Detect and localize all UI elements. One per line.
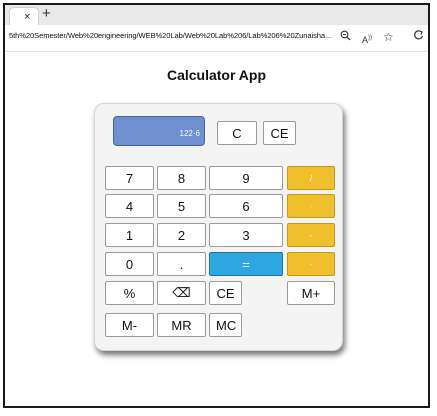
read-aloud-icon[interactable]: A)) bbox=[362, 31, 372, 47]
digit-6-button[interactable]: 6 bbox=[209, 194, 283, 218]
clear-button[interactable]: C bbox=[217, 121, 257, 145]
calculator-panel: 122·6 C CE 7 8 9 / 4 5 6 · 1 2 3 - 0 . =… bbox=[94, 103, 343, 351]
memory-add-button[interactable]: M+ bbox=[287, 281, 335, 305]
browser-tab[interactable]: × bbox=[9, 7, 39, 25]
subtract-button[interactable]: - bbox=[287, 223, 335, 247]
decimal-button[interactable]: . bbox=[157, 252, 206, 276]
divide-button[interactable]: / bbox=[287, 166, 335, 190]
browser-window: × + 5th%20Semester/Web%20engineering/WEB… bbox=[3, 3, 430, 408]
add-button[interactable]: · bbox=[287, 252, 335, 276]
digit-8-button[interactable]: 8 bbox=[157, 166, 206, 190]
digit-2-button[interactable]: 2 bbox=[157, 223, 206, 247]
digit-0-button[interactable]: 0 bbox=[105, 252, 154, 276]
new-tab-icon[interactable]: + bbox=[42, 6, 51, 22]
tab-bar: × + bbox=[5, 5, 428, 26]
percent-button[interactable]: % bbox=[105, 281, 154, 305]
clear-entry-button[interactable]: CE bbox=[263, 121, 296, 145]
clear-entry-secondary-button[interactable]: CE bbox=[209, 281, 242, 305]
address-bar: 5th%20Semester/Web%20engineering/WEB%20L… bbox=[5, 25, 428, 52]
url-field[interactable]: 5th%20Semester/Web%20engineering/WEB%20L… bbox=[9, 31, 334, 40]
equals-button[interactable]: = bbox=[209, 252, 283, 276]
close-tab-icon[interactable]: × bbox=[24, 10, 30, 24]
favorite-star-icon[interactable]: ☆ bbox=[383, 30, 394, 44]
digit-3-button[interactable]: 3 bbox=[209, 223, 283, 247]
browser-essentials-icon[interactable] bbox=[413, 30, 424, 45]
calculator-display: 122·6 bbox=[113, 116, 205, 146]
memory-subtract-button[interactable]: M- bbox=[105, 313, 154, 337]
digit-9-button[interactable]: 9 bbox=[209, 166, 283, 190]
backspace-button[interactable]: ⌫ bbox=[157, 281, 206, 305]
digit-4-button[interactable]: 4 bbox=[105, 194, 154, 218]
zoom-out-icon[interactable] bbox=[340, 30, 351, 45]
digit-5-button[interactable]: 5 bbox=[157, 194, 206, 218]
digit-1-button[interactable]: 1 bbox=[105, 223, 154, 247]
page-title: Calculator App bbox=[166, 67, 267, 83]
memory-clear-button[interactable]: MC bbox=[209, 313, 242, 337]
multiply-button[interactable]: · bbox=[287, 194, 335, 218]
digit-7-button[interactable]: 7 bbox=[105, 166, 154, 190]
memory-recall-button[interactable]: MR bbox=[157, 313, 206, 337]
